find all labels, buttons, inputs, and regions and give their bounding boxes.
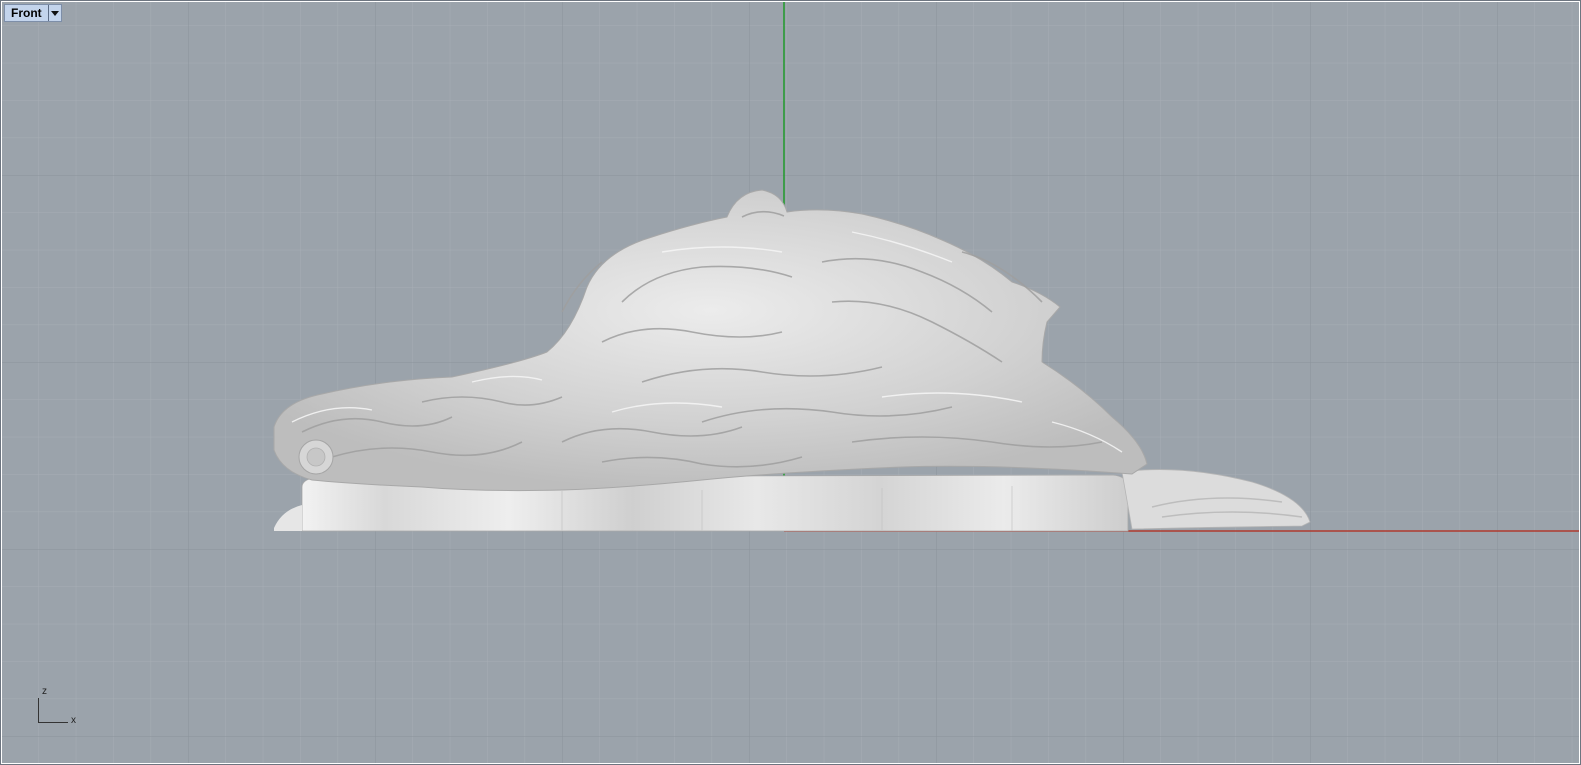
axis-x-label: x — [71, 715, 76, 726]
chevron-down-icon — [50, 10, 59, 16]
world-axes-icon: z x — [38, 686, 82, 726]
view-menu-button[interactable] — [49, 5, 61, 21]
axis-x-line — [38, 722, 68, 723]
axis-z-label: z — [42, 686, 47, 697]
axis-z-line — [38, 698, 39, 723]
front-viewport[interactable]: Front z x — [2, 2, 1579, 763]
viewport-canvas[interactable] — [2, 2, 1579, 763]
viewport-title-tab[interactable]: Front — [4, 4, 62, 22]
viewport-frame: Front z x — [0, 0, 1581, 765]
viewport-name-label[interactable]: Front — [5, 5, 48, 21]
